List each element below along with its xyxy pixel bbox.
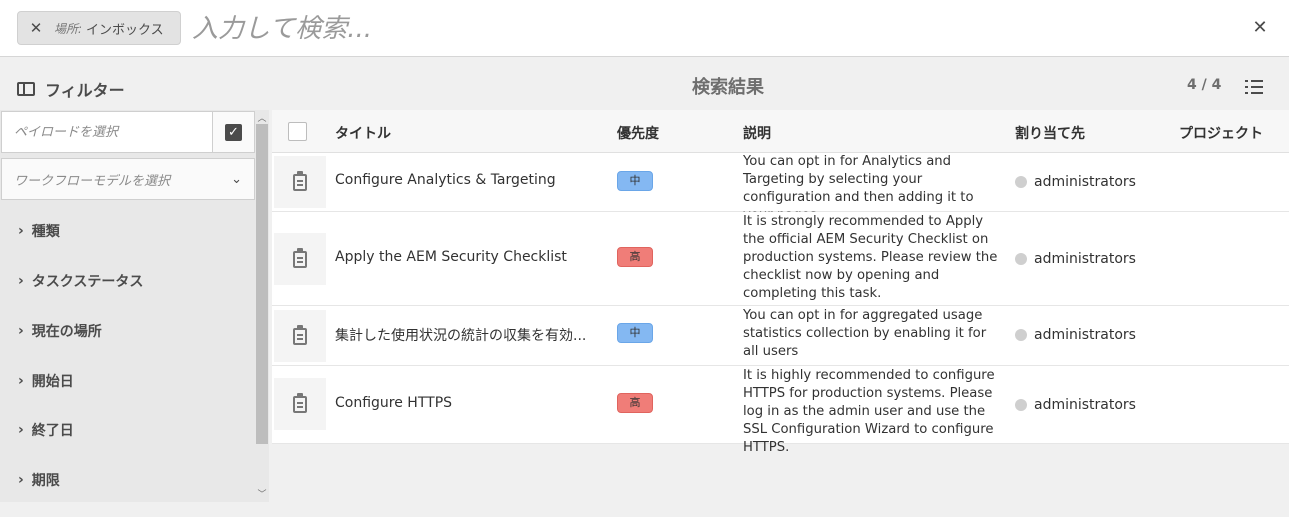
column-title[interactable]: タイトル (335, 123, 391, 143)
priority-badge: 高 (617, 393, 653, 413)
row-description: It is strongly recommended to Apply the … (743, 214, 998, 301)
priority-badge: 中 (617, 171, 653, 191)
payload-select-button[interactable]: ✓ (213, 111, 255, 153)
location-tag[interactable]: ✕ 場所: インボックス (17, 11, 181, 45)
chevron-right-icon: › (18, 223, 24, 239)
chevron-right-icon: › (18, 373, 24, 389)
facet-label: 種類 (31, 224, 60, 240)
facet-start-date[interactable]: › 開始日 (18, 371, 74, 391)
payload-input[interactable] (1, 111, 213, 153)
assignee-name: administrators (1034, 251, 1136, 267)
sidebar-scrollbar-thumb[interactable] (256, 124, 268, 444)
avatar (1015, 399, 1027, 411)
row-title[interactable]: Apply the AEM Security Checklist (335, 249, 567, 265)
chevron-right-icon: › (18, 422, 24, 438)
payload-picker: ✓ (0, 111, 255, 153)
workflow-model-select[interactable]: ワークフローモデルを選択 ⌄ (1, 158, 255, 200)
row-assignee: administrators (1015, 397, 1136, 413)
column-priority[interactable]: 優先度 (617, 123, 659, 143)
column-description[interactable]: 説明 (743, 123, 771, 143)
table-header: タイトル 優先度 説明 割り当て先 プロジェクト (272, 110, 1289, 153)
row-thumbnail[interactable] (274, 310, 326, 362)
search-bar: ✕ 場所: インボックス ✕ (0, 0, 1289, 57)
search-input[interactable] (190, 8, 1194, 50)
column-assignee[interactable]: 割り当て先 (1015, 123, 1085, 143)
chevron-down-icon: ⌄ (231, 171, 242, 187)
results-header: フィルター 検索結果 4 / 4 (0, 57, 1289, 110)
select-all-checkbox[interactable] (288, 122, 307, 141)
row-title[interactable]: Configure Analytics & Targeting (335, 172, 556, 188)
table-row[interactable]: Configure Analytics & Targeting 中 You ca… (272, 153, 1289, 223)
close-search-icon[interactable]: ✕ (1250, 18, 1270, 38)
facet-current-location[interactable]: › 現在の場所 (18, 321, 102, 341)
facet-label: 終了日 (31, 423, 74, 439)
row-description: It is highly recommended to configure HT… (743, 368, 995, 455)
row-thumbnail[interactable] (274, 233, 326, 285)
chevron-right-icon: › (18, 472, 24, 488)
facet-label: 現在の場所 (31, 324, 102, 340)
assignee-name: administrators (1034, 397, 1136, 413)
row-description: You can opt in for aggregated usage stat… (743, 308, 987, 359)
table-row[interactable]: 集計した使用状況の統計の収集を有効... 中 You can opt in fo… (272, 306, 1289, 366)
table-row[interactable]: Configure HTTPS 高 It is highly recommend… (272, 366, 1289, 455)
priority-badge: 中 (617, 323, 653, 343)
chevron-right-icon: › (18, 323, 24, 339)
scroll-up-icon[interactable]: ︿ (256, 111, 268, 124)
avatar (1015, 176, 1027, 188)
workflow-model-placeholder: ワークフローモデルを選択 (14, 173, 171, 189)
clipboard-icon (293, 392, 307, 413)
remove-location-icon[interactable]: ✕ (18, 19, 54, 37)
rail-toggle-icon (17, 82, 35, 96)
results-title: 検索結果 (692, 77, 764, 98)
clipboard-icon (293, 247, 307, 268)
filter-sidebar: ✓ ワークフローモデルを選択 ⌄ › 種類 › タスクステータス › 現在の場所… (0, 110, 255, 502)
location-value: インボックス (86, 22, 164, 38)
checkbox-icon: ✓ (225, 123, 242, 141)
row-assignee: administrators (1015, 327, 1136, 343)
facet-due-date[interactable]: › 期限 (18, 470, 60, 490)
table-row[interactable]: Apply the AEM Security Checklist 高 It is… (272, 212, 1289, 306)
facet-task-status[interactable]: › タスクステータス (18, 271, 143, 291)
facet-type[interactable]: › 種類 (18, 221, 60, 241)
clipboard-icon (293, 170, 307, 191)
facet-label: 開始日 (31, 374, 74, 390)
row-title[interactable]: 集計した使用状況の統計の収集を有効... (335, 325, 586, 345)
facet-label: 期限 (31, 473, 60, 489)
assignee-name: administrators (1034, 174, 1136, 190)
results-count: 4 / 4 (1187, 77, 1222, 93)
row-title[interactable]: Configure HTTPS (335, 395, 452, 411)
location-prefix: 場所: (54, 21, 83, 36)
filter-label: フィルター (45, 81, 125, 100)
column-project[interactable]: プロジェクト (1179, 123, 1263, 143)
priority-badge: 高 (617, 247, 653, 267)
assignee-name: administrators (1034, 327, 1136, 343)
scroll-down-icon[interactable]: ﹀ (256, 487, 268, 500)
filter-toggle-button[interactable]: フィルター (17, 77, 125, 101)
avatar (1015, 329, 1027, 341)
facet-label: タスクステータス (31, 274, 144, 290)
row-assignee: administrators (1015, 251, 1136, 267)
row-thumbnail[interactable] (274, 378, 326, 430)
avatar (1015, 253, 1027, 265)
row-assignee: administrators (1015, 174, 1136, 190)
list-view-icon[interactable] (1245, 79, 1263, 95)
chevron-right-icon: › (18, 273, 24, 289)
clipboard-icon (293, 324, 307, 345)
row-thumbnail[interactable] (274, 156, 326, 208)
facet-end-date[interactable]: › 終了日 (18, 420, 74, 440)
